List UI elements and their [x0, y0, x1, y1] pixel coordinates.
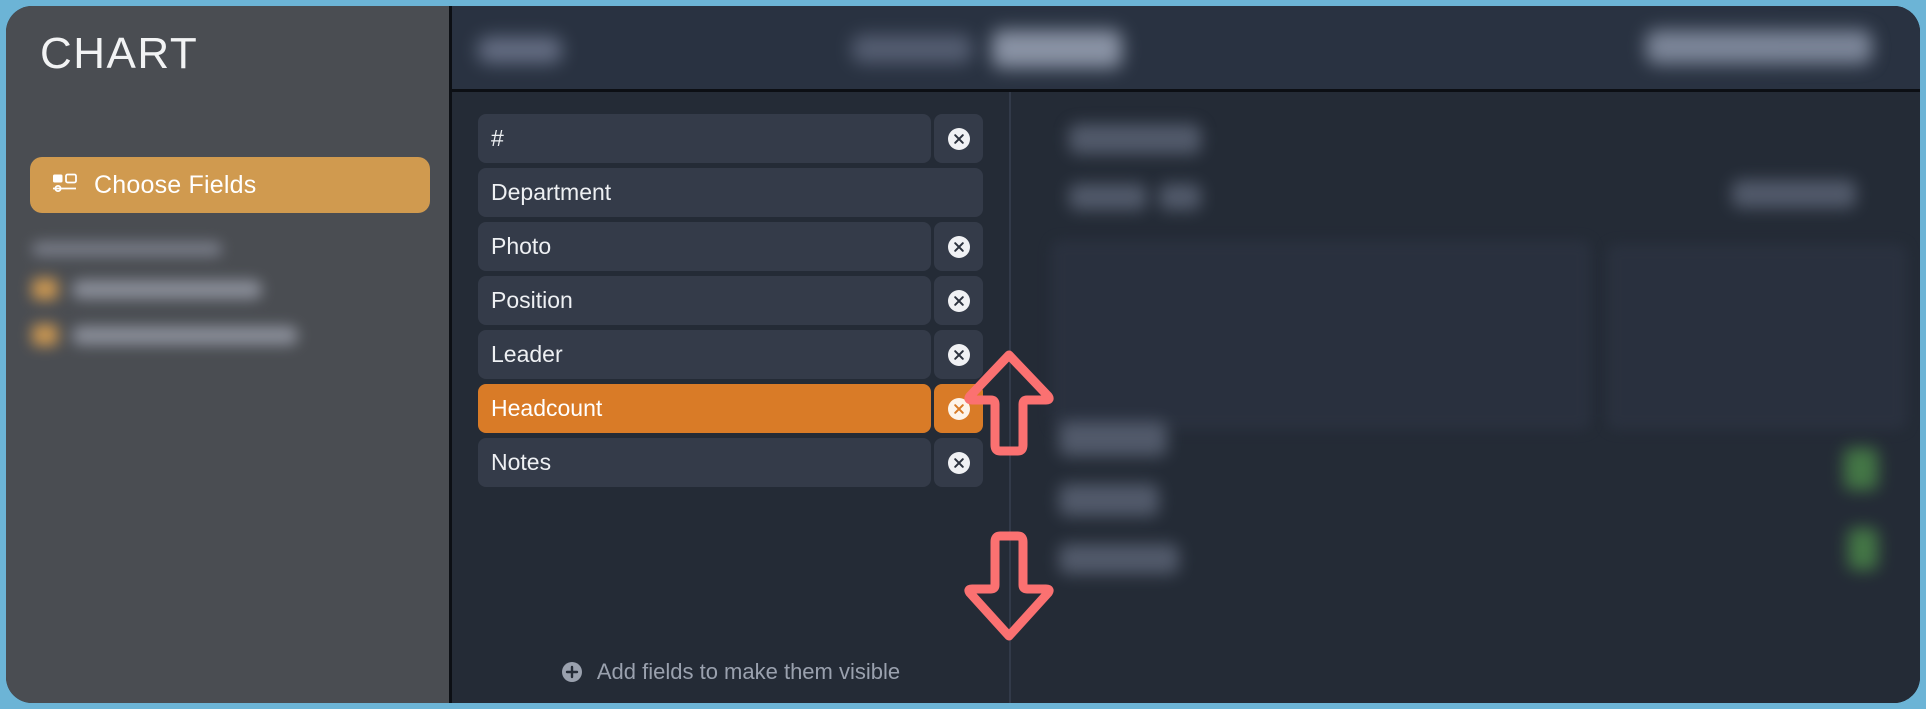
field-list-panel: # Department Photo Position Leader Headc… [452, 92, 1011, 703]
preview-block-1 [1051, 240, 1591, 430]
remove-field-button[interactable] [934, 114, 983, 163]
remove-field-button[interactable] [934, 222, 983, 271]
preview-status-indicator-1 [1844, 448, 1878, 490]
sidebar-blurred-group [32, 242, 392, 370]
plus-circle-icon [561, 661, 583, 683]
field-label[interactable]: Department [478, 168, 983, 217]
blurred-section-label [32, 242, 222, 256]
remove-field-button[interactable] [934, 384, 983, 433]
preview-row-label-3 [1059, 544, 1179, 574]
field-label[interactable]: Position [478, 276, 931, 325]
sidebar-item-icon [32, 278, 58, 300]
field-label[interactable]: # [478, 114, 931, 163]
field-row-leader[interactable]: Leader [478, 330, 983, 379]
preview-status-indicator-2 [1848, 528, 1878, 570]
header-bar [452, 6, 1920, 92]
preview-row-label-1 [1059, 422, 1167, 456]
preview-row-label-2 [1059, 484, 1159, 516]
field-label[interactable]: Headcount [478, 384, 931, 433]
app-frame: CHART Choose Fields # Department Photo P… [0, 0, 1926, 709]
header-action-button[interactable] [1646, 30, 1872, 64]
field-row-number[interactable]: # [478, 114, 983, 163]
breadcrumb[interactable] [478, 37, 562, 63]
field-label[interactable]: Notes [478, 438, 931, 487]
add-fields-label: Add fields to make them visible [596, 659, 901, 684]
field-label[interactable]: Photo [478, 222, 931, 271]
tab-inactive[interactable] [852, 35, 972, 63]
field-row-position[interactable]: Position [478, 276, 983, 325]
sidebar-item-label [72, 279, 262, 299]
window-card: CHART Choose Fields # Department Photo P… [6, 6, 1920, 703]
add-fields-button[interactable]: Add fields to make them visible [452, 659, 1009, 685]
preview-count-badge [1159, 184, 1201, 210]
sidebar: CHART Choose Fields [6, 6, 449, 703]
field-label[interactable]: Leader [478, 330, 931, 379]
body-split: # Department Photo Position Leader Headc… [452, 92, 1920, 703]
preview-subheading [1069, 184, 1147, 210]
preview-panel [1011, 92, 1920, 703]
field-list: # Department Photo Position Leader Headc… [452, 114, 1009, 487]
page-title: CHART [40, 29, 199, 78]
remove-field-button[interactable] [934, 330, 983, 379]
field-row-photo[interactable]: Photo [478, 222, 983, 271]
remove-field-button[interactable] [934, 276, 983, 325]
remove-field-button[interactable] [934, 438, 983, 487]
sidebar-item-blurred-2[interactable] [32, 324, 392, 346]
choose-fields-button[interactable]: Choose Fields [30, 157, 430, 213]
preview-side-action[interactable] [1732, 180, 1856, 208]
main-area: # Department Photo Position Leader Headc… [449, 6, 1920, 703]
field-row-notes[interactable]: Notes [478, 438, 983, 487]
field-row-department[interactable]: Department [478, 168, 983, 217]
choose-fields-label: Choose Fields [94, 170, 257, 199]
field-row-headcount[interactable]: Headcount [478, 384, 983, 433]
tab-active[interactable] [992, 30, 1122, 68]
preview-block-2 [1607, 244, 1907, 430]
fields-icon [52, 173, 78, 197]
sidebar-item-label [72, 325, 298, 345]
preview-heading [1069, 124, 1201, 154]
sidebar-item-icon [32, 324, 58, 346]
sidebar-item-blurred-1[interactable] [32, 278, 392, 300]
